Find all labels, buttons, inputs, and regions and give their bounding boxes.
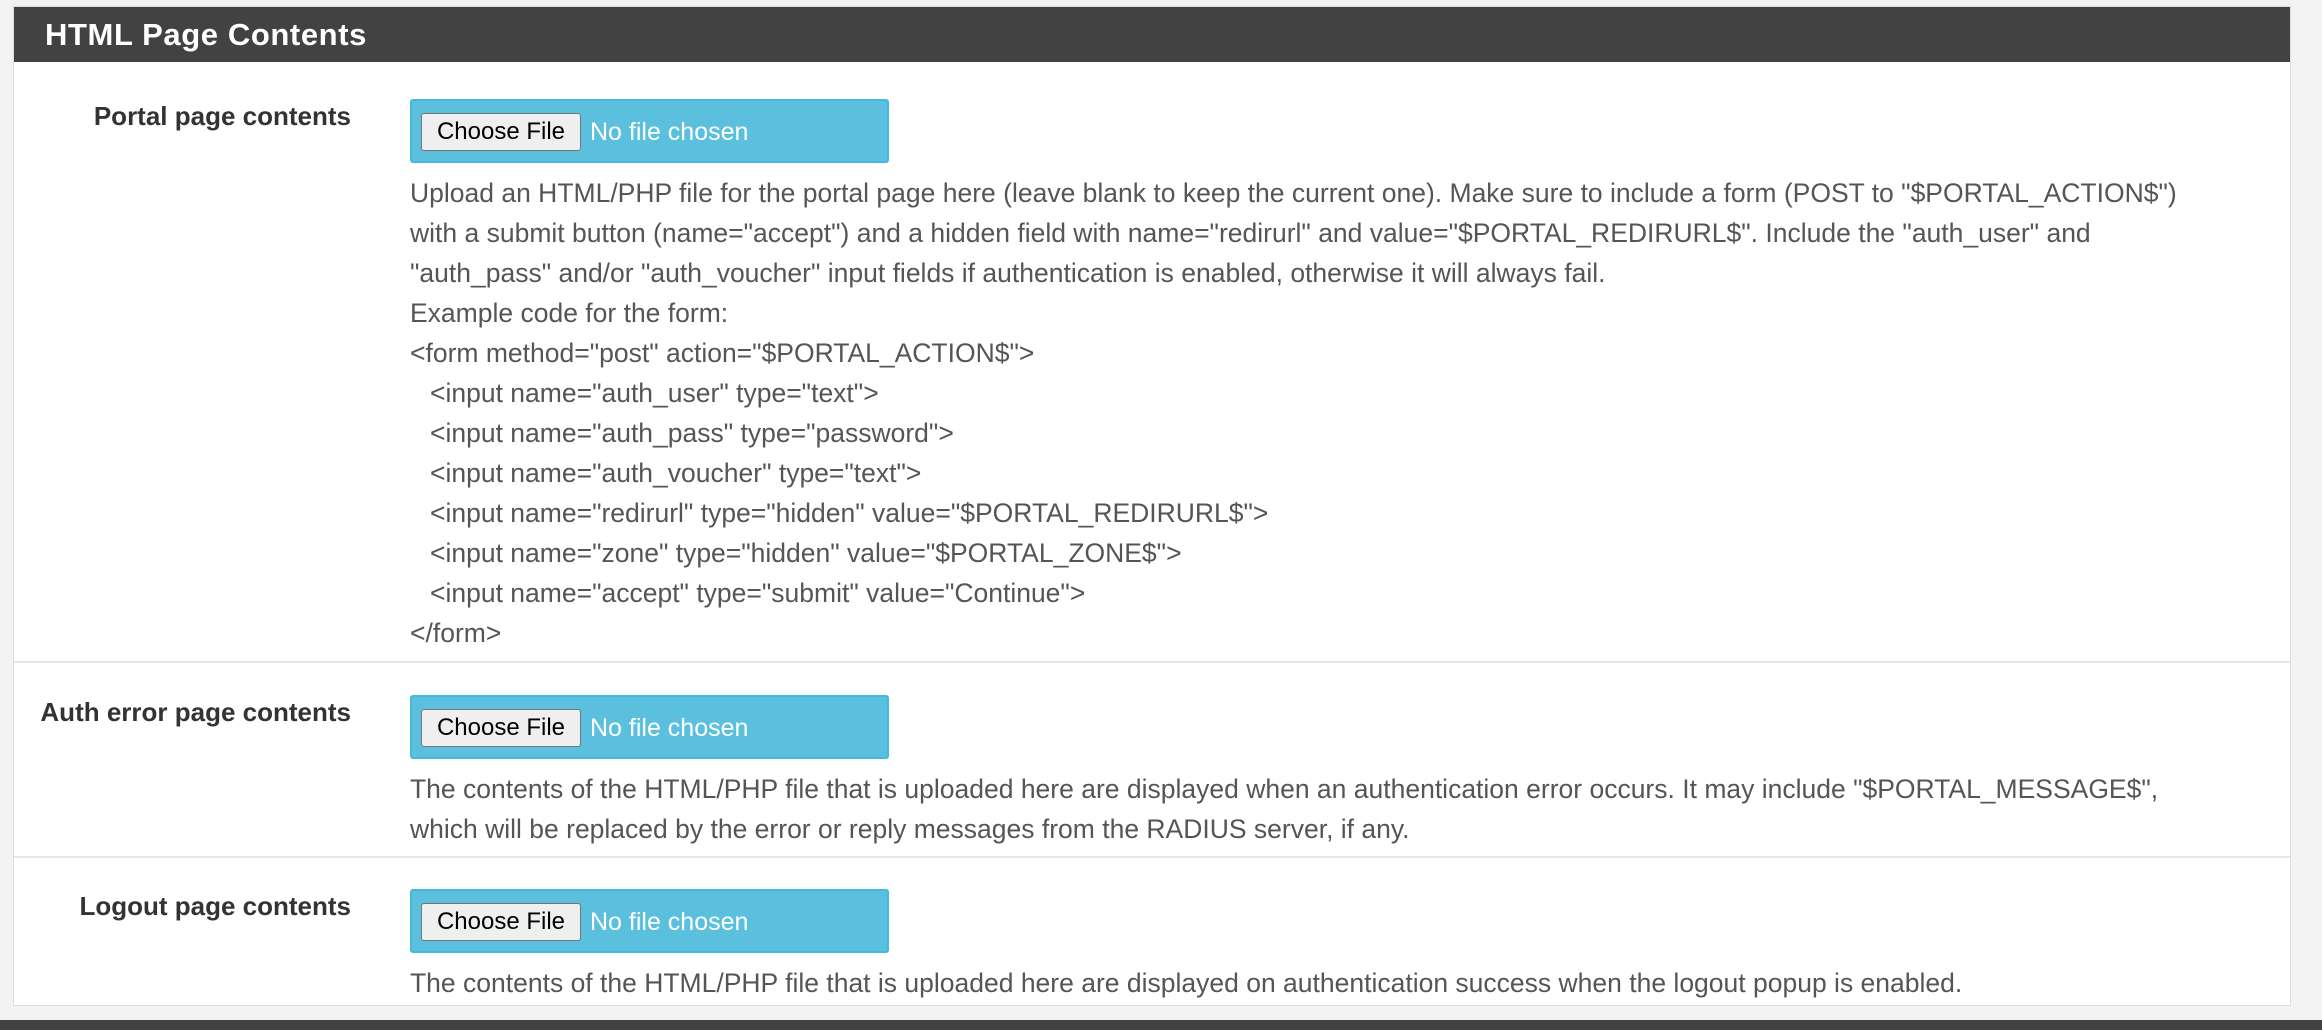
portal-page-row: Portal page contents Choose File No file… [14,62,2290,663]
code-line: <input name="zone" type="hidden" value="… [430,538,1182,568]
logout-page-file-input[interactable]: Choose File No file chosen [410,889,889,953]
code-line: <form method="post" action="$PORTAL_ACTI… [410,338,1035,368]
panel-title: HTML Page Contents [14,7,2290,62]
portal-page-help-text: Upload an HTML/PHP file for the portal p… [410,173,2280,653]
code-line: </form> [410,618,502,648]
code-line: <input name="auth_user" type="text"> [430,378,879,408]
code-line: <input name="auth_voucher" type="text"> [430,458,922,488]
code-line: <input name="redirurl" type="hidden" val… [430,498,1269,528]
html-page-contents-panel: HTML Page Contents Portal page contents … [13,6,2291,1006]
logout-page-row: Logout page contents Choose File No file… [14,858,2290,1005]
auth-error-page-help-text: The contents of the HTML/PHP file that i… [410,769,2280,849]
logout-page-label: Logout page contents [79,891,351,921]
help-line: "auth_pass" and/or "auth_voucher" input … [410,258,1606,288]
next-panel-heading-edge [0,1020,2322,1030]
logout-page-file-status: No file chosen [590,908,749,936]
help-line: with a submit button (name="accept") and… [410,218,2091,248]
portal-page-file-status: No file chosen [590,118,749,146]
auth-error-page-label: Auth error page contents [40,697,351,727]
portal-page-file-input[interactable]: Choose File No file chosen [410,99,889,163]
code-line: <input name="accept" type="submit" value… [430,578,1086,608]
help-line: which will be replaced by the error or r… [410,814,1410,844]
auth-error-page-row: Auth error page contents Choose File No … [14,663,2290,858]
logout-page-choose-file-button[interactable]: Choose File [421,903,581,941]
help-line: The contents of the HTML/PHP file that i… [410,774,2159,804]
auth-error-page-choose-file-button[interactable]: Choose File [421,709,581,747]
portal-page-label: Portal page contents [93,101,351,131]
logout-page-help-text: The contents of the HTML/PHP file that i… [410,963,2280,1003]
help-line: The contents of the HTML/PHP file that i… [410,968,1963,998]
help-line: Upload an HTML/PHP file for the portal p… [410,178,2177,208]
code-line: <input name="auth_pass" type="password"> [430,418,954,448]
help-line: Example code for the form: [410,298,729,328]
portal-page-choose-file-button[interactable]: Choose File [421,113,581,151]
auth-error-page-file-status: No file chosen [590,714,749,742]
auth-error-page-file-input[interactable]: Choose File No file chosen [410,695,889,759]
